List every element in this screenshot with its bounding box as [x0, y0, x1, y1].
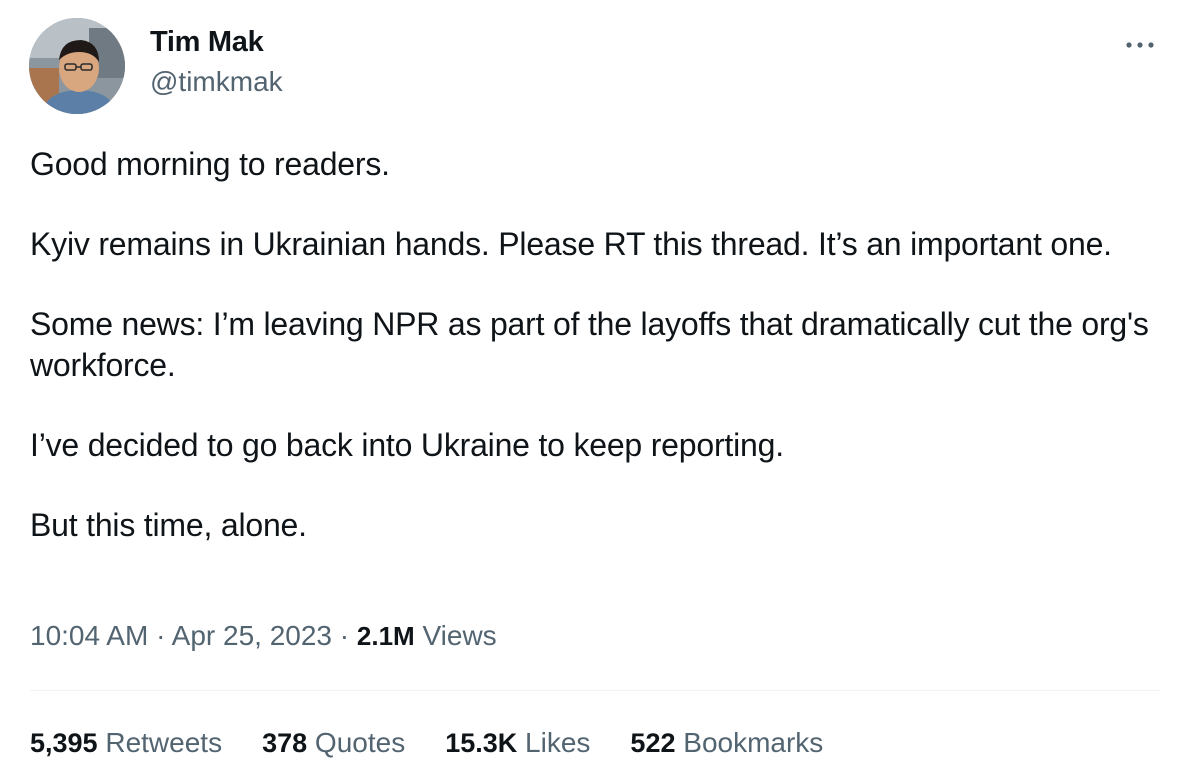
tweet-timestamp-date[interactable]: Apr 25, 2023: [172, 620, 332, 651]
quotes-count: 378: [262, 728, 308, 758]
more-horizontal-icon: [1126, 42, 1154, 48]
meta-separator: ·: [339, 620, 350, 651]
views-label: Views: [422, 620, 497, 651]
likes-stat[interactable]: 15.3K Likes: [445, 727, 590, 759]
more-options-button[interactable]: [1120, 30, 1160, 60]
avatar[interactable]: [29, 18, 125, 114]
bookmarks-count: 522: [630, 728, 676, 758]
avatar-photo: [29, 18, 125, 114]
tweet-text: Good morning to readers. Kyiv remains in…: [30, 144, 1165, 585]
tweet-timestamp-time[interactable]: 10:04 AM: [30, 620, 148, 651]
retweets-count: 5,395: [30, 728, 98, 758]
tweet-paragraph: Good morning to readers.: [30, 146, 390, 182]
quotes-label: Quotes: [314, 727, 406, 758]
tweet-paragraph: But this time, alone.: [30, 507, 307, 543]
engagement-stats: 5,395 Retweets 378 Quotes 15.3K Likes 52…: [30, 727, 863, 759]
tweet-paragraph: Kyiv remains in Ukrainian hands. Please …: [30, 226, 1112, 262]
tweet-paragraph: Some news: I’m leaving NPR as part of th…: [30, 306, 1149, 383]
divider: [30, 690, 1161, 691]
likes-label: Likes: [525, 727, 591, 758]
tweet-paragraph: I’ve decided to go back into Ukraine to …: [30, 427, 784, 463]
bookmarks-label: Bookmarks: [683, 727, 824, 758]
quotes-stat[interactable]: 378 Quotes: [262, 727, 405, 759]
retweets-stat[interactable]: 5,395 Retweets: [30, 727, 222, 759]
retweets-label: Retweets: [105, 727, 223, 758]
author-name[interactable]: Tim Mak: [150, 26, 264, 59]
tweet-card: Tim Mak @timkmak Good morning to readers…: [0, 0, 1192, 780]
meta-separator: ·: [156, 620, 166, 651]
tweet-meta: 10:04 AM · Apr 25, 2023 · 2.1M Views: [30, 620, 497, 652]
author-handle[interactable]: @timkmak: [150, 66, 283, 98]
bookmarks-stat[interactable]: 522 Bookmarks: [630, 727, 823, 759]
likes-count: 15.3K: [445, 728, 518, 758]
views-count[interactable]: 2.1M: [357, 621, 415, 651]
